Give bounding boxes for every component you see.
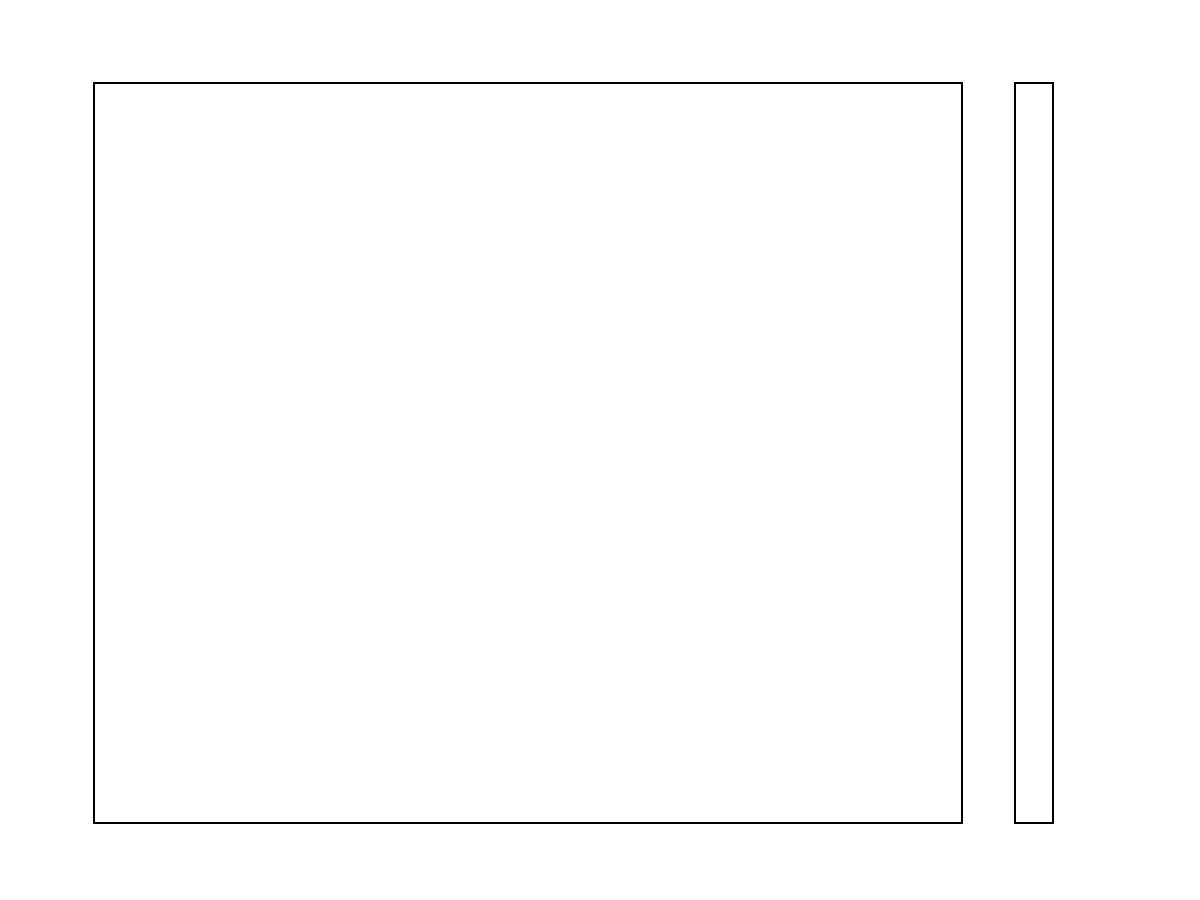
heatmap-canvas	[95, 84, 961, 822]
colorbar-gradient	[1016, 84, 1052, 822]
ionogram-figure	[0, 0, 1200, 900]
colorbar-frame	[1014, 82, 1054, 824]
